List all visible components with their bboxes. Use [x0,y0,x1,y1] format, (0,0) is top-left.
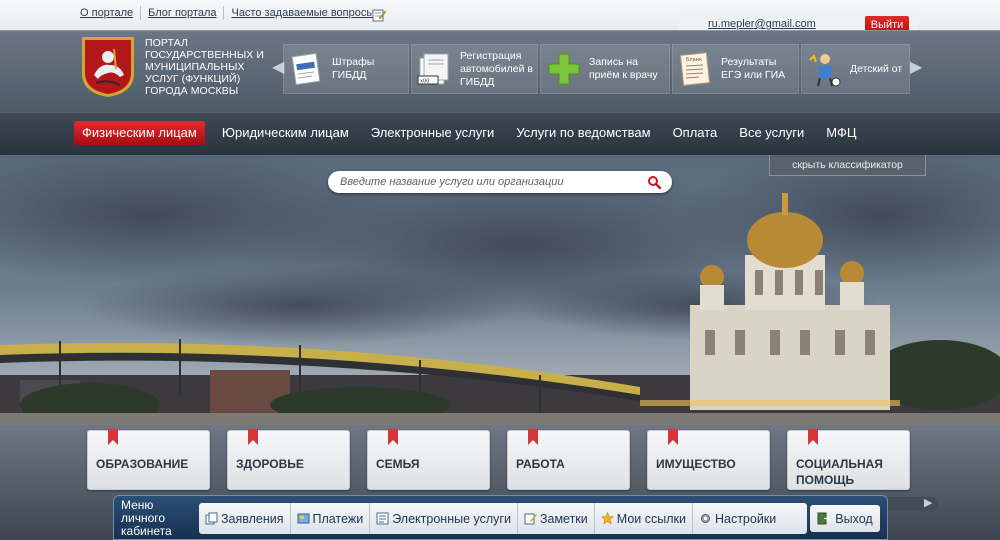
dock-item-label: Настройки [714,511,777,526]
payments-icon [297,513,310,524]
nav-individuals[interactable]: Физическим лицам [74,121,205,145]
search-box [328,171,672,193]
popular-services: Штрафы ГИБДД x00 Регистрация автомобилей… [283,44,910,94]
carousel-prev-icon[interactable]: ◀ [272,48,284,88]
dock-item-my-links[interactable]: Мои ссылки [595,503,693,534]
dock-item-notes[interactable]: Заметки [518,503,595,534]
dock-item-payments[interactable]: Платежи [291,503,371,534]
top-link-faq[interactable]: Часто задаваемые вопросы [223,6,381,20]
category-label: Образование [96,457,189,471]
exit-icon [817,512,831,525]
nav-mfc[interactable]: МФЦ [815,121,867,145]
svg-text:Бланк: Бланк [686,57,702,63]
dock-item-label: Заметки [539,511,588,526]
category-family[interactable]: Семья [367,429,490,490]
service-car-registration[interactable]: x00 Регистрация автомобилей в ГИБДД [411,44,538,94]
service-label: Результаты ЕГЭ или ГИА [721,56,786,81]
category-scroll-right-icon[interactable]: ▶ [924,496,932,509]
nav-payment[interactable]: Оплата [662,121,729,145]
applications-icon [205,512,218,525]
category-label: Имущество [656,457,736,471]
bookmark-icon [388,429,398,445]
bookmark-icon [108,429,118,445]
dock-item-settings[interactable]: Настройки [693,503,782,534]
service-doctor-appointment[interactable]: Запись на приём к врачу [540,44,670,94]
child-leisure-icon [809,54,841,87]
bookmark-icon [248,429,258,445]
personal-cabinet-menu: Заявления Платежи Электронные услуги Зам… [199,503,807,534]
dock-item-label: Заявления [221,511,284,526]
nav-services-by-agency[interactable]: Услуги по ведомствам [505,121,661,145]
notes-icon [524,513,537,525]
service-child-leisure[interactable]: Детский от [801,44,910,94]
car-registration-icon: x00 [417,53,449,85]
user-email-link[interactable]: ru.mepler@gmail.com [708,18,826,30]
star-icon [600,512,614,525]
top-link-blog[interactable]: Блог портала [140,6,223,20]
dock-item-label: Мои ссылки [616,511,686,526]
medical-cross-icon [548,53,580,85]
main-nav: Физическим лицам Юридическим лицам Элект… [74,121,867,145]
portal-title: Портал государственных и муниципальных у… [145,37,264,97]
category-label: Семья [376,457,420,471]
dock-item-label: Электронные услуги [392,511,511,526]
search-input[interactable] [340,174,640,190]
top-link-about[interactable]: О портале [80,6,140,20]
top-links: О портале Блог портала Часто задаваемые … [80,6,381,20]
hide-classifier-button[interactable]: скрыть классификатор [769,155,926,176]
cabinet-exit-button[interactable]: Выход [810,505,880,532]
search-icon[interactable] [647,175,661,189]
category-label: Социальная помощь [796,457,883,487]
nav-electronic-services[interactable]: Электронные услуги [360,121,505,145]
dock-item-e-services[interactable]: Электронные услуги [370,503,518,534]
nav-all-services[interactable]: Все услуги [728,121,815,145]
service-exam-results[interactable]: Бланк Результаты ЕГЭ или ГИА [672,44,799,94]
nav-legal-entities[interactable]: Юридическим лицам [211,121,360,145]
carousel-next-icon[interactable]: ▶ [910,48,922,88]
category-tiles: Образование Здоровье Семья Работа Имущес… [87,429,910,490]
service-label: Детский от [850,62,903,75]
e-services-icon [376,512,389,525]
service-label: Регистрация автомобилей в ГИБДД [460,49,533,88]
svg-text:x00: x00 [420,79,429,85]
category-property[interactable]: Имущество [647,429,770,490]
settings-icon [700,514,710,523]
bookmark-icon [668,429,678,445]
bookmark-icon [528,429,538,445]
category-label: Работа [516,457,565,471]
service-label: Запись на приём к врачу [589,56,658,81]
personal-cabinet-label: Меню личного кабинета [121,498,172,538]
service-label: Штрафы ГИБДД [332,56,375,81]
moscow-coat-of-arms-icon[interactable] [80,35,136,99]
fine-document-icon [291,52,321,86]
category-health[interactable]: Здоровье [227,429,350,490]
category-education[interactable]: Образование [87,429,210,490]
exam-form-icon: Бланк [679,52,711,86]
edit-note-icon[interactable] [372,8,386,22]
category-label: Здоровье [236,457,304,471]
dock-item-applications[interactable]: Заявления [199,503,291,534]
category-work[interactable]: Работа [507,429,630,490]
bookmark-icon [808,429,818,445]
category-social-assistance[interactable]: Социальная помощь [787,429,910,490]
service-traffic-fines[interactable]: Штрафы ГИБДД [283,44,409,94]
exit-label: Выход [835,511,873,526]
dock-item-label: Платежи [312,511,364,526]
